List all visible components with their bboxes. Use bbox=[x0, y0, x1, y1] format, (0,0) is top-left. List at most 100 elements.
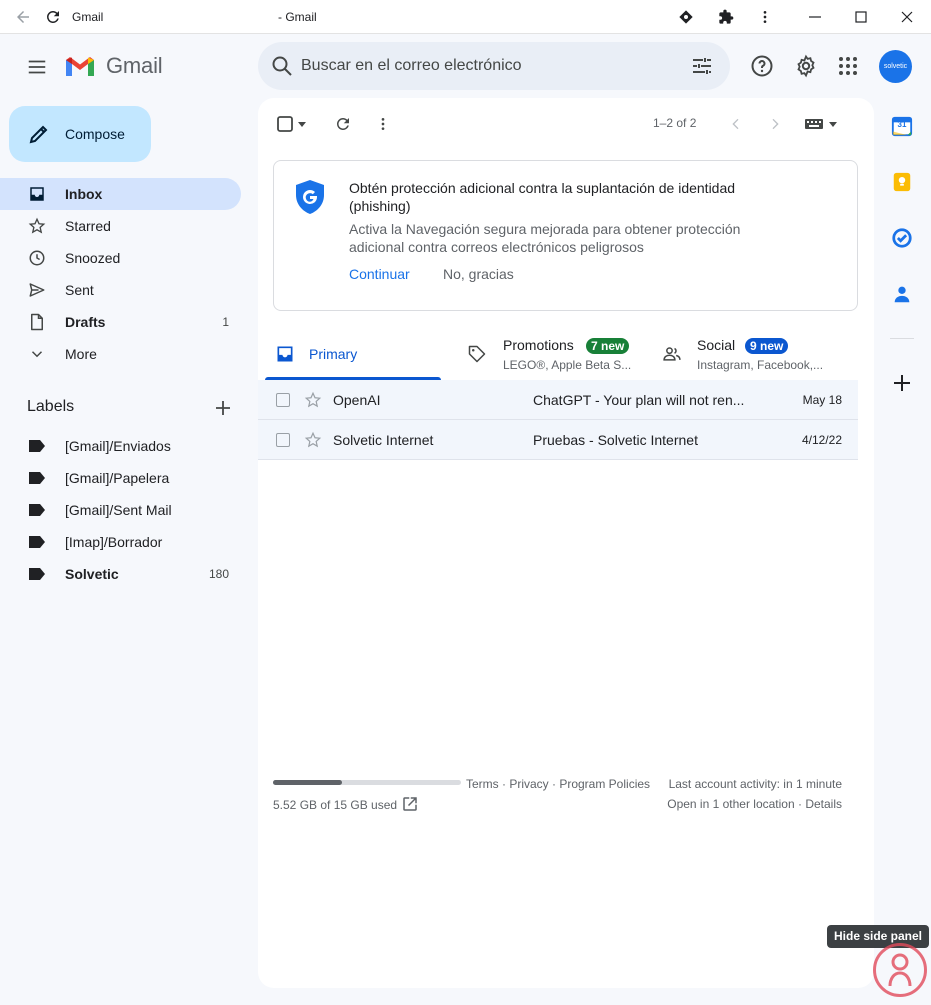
email-sender: OpenAI bbox=[333, 392, 381, 408]
storage-usage-bar bbox=[273, 780, 461, 785]
label-item[interactable]: Solvetic 180 bbox=[0, 558, 241, 590]
pencil-icon bbox=[29, 125, 48, 144]
get-addons-plus-icon[interactable] bbox=[890, 371, 914, 395]
tag-icon bbox=[468, 345, 486, 363]
new-count-badge: 9 new bbox=[745, 338, 789, 354]
search-bar[interactable]: Buscar en el correo electrónico bbox=[258, 42, 730, 90]
draft-icon bbox=[27, 312, 47, 332]
maximize-icon[interactable] bbox=[852, 8, 870, 26]
settings-gear-icon[interactable] bbox=[794, 54, 818, 78]
nav-item-more[interactable]: More bbox=[0, 338, 241, 370]
label-item[interactable]: [Imap]/Borrador bbox=[0, 526, 241, 558]
back-arrow-icon[interactable] bbox=[14, 8, 32, 26]
gmail-header: Gmail Buscar en el correo electrónico so… bbox=[0, 34, 931, 98]
input-tools-keyboard-icon[interactable] bbox=[801, 112, 841, 136]
side-panel-divider bbox=[890, 338, 914, 339]
puzzle-icon[interactable] bbox=[717, 8, 735, 26]
close-window-icon[interactable] bbox=[898, 8, 916, 26]
new-count-badge: 7 new bbox=[586, 338, 630, 354]
safe-browsing-banner: Obtén protección adicional contra la sup… bbox=[273, 160, 858, 311]
gmail-m-icon bbox=[66, 57, 94, 76]
row-checkbox[interactable] bbox=[276, 433, 290, 447]
refresh-icon[interactable] bbox=[331, 112, 355, 136]
solvetic-watermark-icon bbox=[873, 943, 927, 997]
reload-icon[interactable] bbox=[44, 8, 62, 26]
nav-label: Starred bbox=[65, 218, 111, 234]
search-icon[interactable] bbox=[270, 54, 294, 78]
search-options-icon[interactable] bbox=[690, 54, 714, 78]
email-row[interactable]: Solvetic Internet Pruebas - Solvetic Int… bbox=[258, 420, 858, 460]
previous-page-icon[interactable] bbox=[724, 112, 748, 136]
email-subject: Pruebas - Solvetic Internet bbox=[533, 432, 698, 448]
hide-side-panel-tooltip: Hide side panel bbox=[827, 925, 929, 948]
last-activity: Last account activity: in 1 minute bbox=[668, 777, 842, 791]
select-all-checkbox[interactable] bbox=[273, 112, 297, 136]
label-name: [Gmail]/Enviados bbox=[65, 438, 171, 454]
nav-label: Sent bbox=[65, 282, 94, 298]
kebab-menu-icon[interactable] bbox=[756, 8, 774, 26]
apps-grid-icon[interactable] bbox=[836, 54, 860, 78]
nav-item-snoozed[interactable]: Snoozed bbox=[0, 242, 241, 274]
storage-usage-text: 5.52 GB of 15 GB used bbox=[273, 798, 398, 812]
label-item[interactable]: [Gmail]/Enviados bbox=[0, 430, 241, 462]
paging-info: 1–2 of 2 bbox=[653, 116, 697, 130]
nav-label: More bbox=[65, 346, 97, 362]
more-options-icon[interactable] bbox=[371, 112, 395, 136]
gmail-logo[interactable]: Gmail bbox=[64, 53, 163, 79]
label-item[interactable]: [Gmail]/Papelera bbox=[0, 462, 241, 494]
tab-title: Gmail bbox=[72, 10, 104, 24]
label-count: 180 bbox=[208, 567, 229, 581]
open-external-icon[interactable] bbox=[401, 795, 419, 813]
compose-button[interactable]: Compose bbox=[9, 106, 151, 162]
continue-button[interactable]: Continuar bbox=[349, 266, 410, 282]
help-icon[interactable] bbox=[750, 54, 774, 78]
chevron-down-icon bbox=[27, 344, 47, 364]
inbox-icon bbox=[27, 184, 47, 204]
star-icon[interactable] bbox=[304, 431, 322, 449]
tab-social[interactable]: Social 9 new Instagram, Facebook,... bbox=[660, 330, 858, 380]
minimize-icon[interactable] bbox=[806, 8, 824, 26]
plus-icon bbox=[216, 401, 230, 415]
label-name: Solvetic bbox=[65, 566, 119, 582]
tab-label: Promotions bbox=[503, 337, 574, 353]
keep-icon[interactable] bbox=[890, 170, 914, 194]
tab-label: Primary bbox=[309, 346, 358, 362]
star-icon bbox=[27, 216, 47, 236]
tab-senders: LEGO®, Apple Beta S... bbox=[503, 358, 632, 372]
avatar-text: solvetic bbox=[883, 63, 908, 70]
tasks-icon[interactable] bbox=[890, 226, 914, 250]
next-page-icon[interactable] bbox=[763, 112, 787, 136]
banner-body: Activa la Navegación segura mejorada par… bbox=[349, 221, 741, 255]
people-icon bbox=[663, 347, 681, 361]
label-tag-icon bbox=[27, 436, 47, 456]
tab-primary[interactable]: Primary bbox=[265, 330, 441, 380]
label-tag-icon bbox=[27, 468, 47, 488]
label-item[interactable]: [Gmail]/Sent Mail bbox=[0, 494, 241, 526]
select-dropdown-icon[interactable] bbox=[295, 112, 309, 136]
banner-title: Obtén protección adicional contra la sup… bbox=[349, 180, 736, 214]
star-icon[interactable] bbox=[304, 391, 322, 409]
tab-promotions[interactable]: Promotions 7 new LEGO®, Apple Beta S... bbox=[465, 330, 655, 380]
clock-icon bbox=[27, 248, 47, 268]
add-label-button[interactable] bbox=[213, 398, 233, 418]
search-input[interactable]: Buscar en el correo electrónico bbox=[301, 57, 522, 75]
nav-item-drafts[interactable]: Drafts 1 bbox=[0, 306, 241, 338]
email-date: May 18 bbox=[802, 393, 842, 407]
account-avatar[interactable]: solvetic bbox=[879, 50, 912, 83]
nav-item-sent[interactable]: Sent bbox=[0, 274, 241, 306]
contacts-icon[interactable] bbox=[890, 282, 914, 306]
extension-diamond-icon[interactable] bbox=[677, 8, 695, 26]
main-menu-button[interactable] bbox=[22, 52, 52, 82]
email-row[interactable]: OpenAI ChatGPT - Your plan will not ren.… bbox=[258, 380, 858, 420]
policy-links[interactable]: Terms · Privacy · Program Policies bbox=[466, 777, 650, 791]
email-date: 4/12/22 bbox=[801, 433, 842, 447]
category-tabs: Primary Promotions 7 new LEGO®, Apple Be… bbox=[265, 330, 858, 380]
send-icon bbox=[27, 280, 47, 300]
row-checkbox[interactable] bbox=[276, 393, 290, 407]
nav-item-starred[interactable]: Starred bbox=[0, 210, 241, 242]
storage-usage-fill bbox=[273, 780, 343, 785]
no-thanks-button[interactable]: No, gracias bbox=[443, 266, 514, 282]
session-details-link[interactable]: Open in 1 other location · Details bbox=[667, 797, 842, 811]
nav-item-inbox[interactable]: Inbox bbox=[0, 178, 241, 210]
nav-label: Snoozed bbox=[65, 250, 121, 266]
